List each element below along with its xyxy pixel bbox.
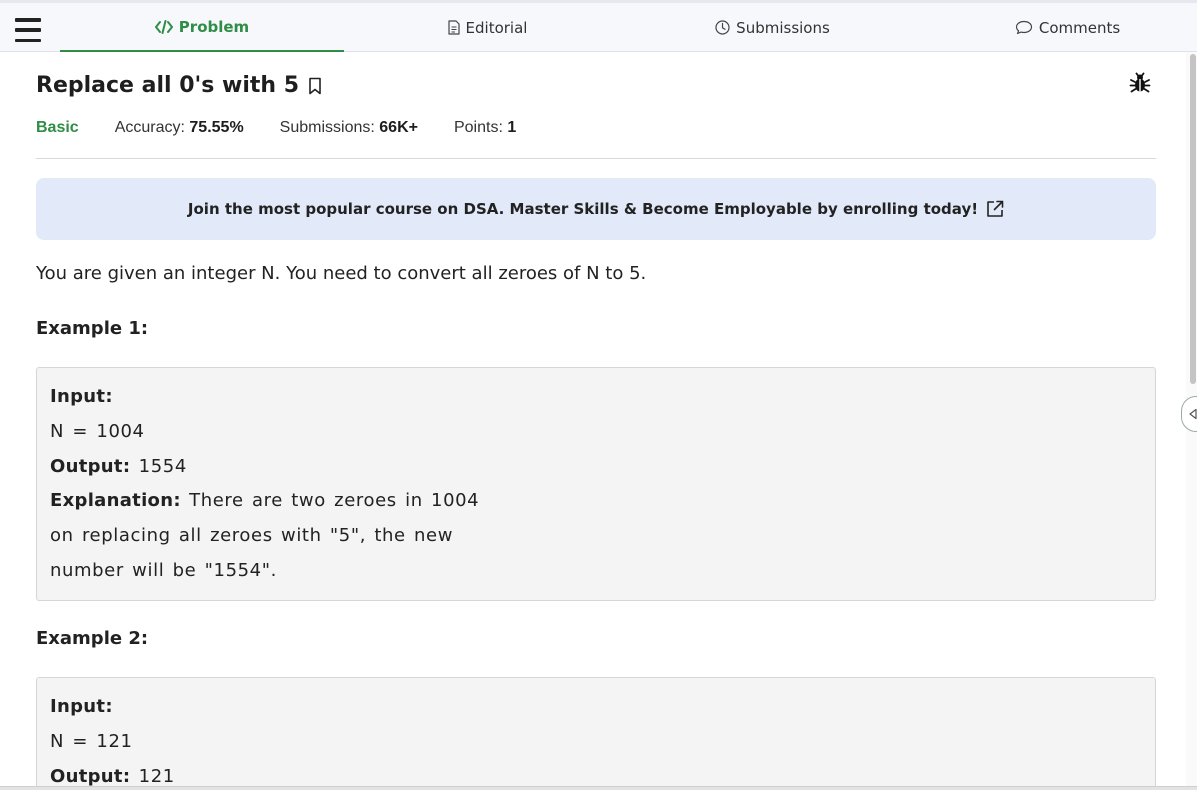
- scrollbar-thumb[interactable]: [1190, 54, 1196, 384]
- example-2-box: Input: N = 121 Output: 121: [36, 677, 1156, 790]
- tab-problem[interactable]: Problem: [60, 3, 344, 52]
- input-value: N = 1004: [50, 420, 145, 442]
- bottom-edge: [0, 786, 1197, 790]
- problem-description: You are given an integer N. You need to …: [36, 263, 647, 284]
- output-label: Output:: [50, 455, 131, 477]
- example-1-heading: Example 1:: [36, 318, 149, 339]
- tab-editorial[interactable]: Editorial: [400, 3, 575, 52]
- explanation-line: There are two zeroes in 1004: [189, 490, 480, 512]
- menu-icon[interactable]: [15, 18, 41, 42]
- problem-title: Replace all 0's with 5: [36, 73, 300, 98]
- output-value: 1554: [138, 455, 187, 477]
- explanation-line: number will be "1554".: [50, 559, 277, 581]
- title-row: Replace all 0's with 5: [36, 73, 323, 98]
- bookmark-icon[interactable]: [307, 77, 323, 95]
- accuracy-value: 75.55%: [189, 119, 244, 136]
- clock-icon: [715, 20, 730, 35]
- points-value: 1: [507, 119, 517, 136]
- input-label: Input:: [50, 696, 113, 717]
- document-icon: [447, 20, 460, 35]
- tab-comments-label: Comments: [1038, 18, 1121, 37]
- comment-icon: [1015, 20, 1032, 35]
- accuracy-stat: Accuracy: 75.55%: [115, 119, 244, 137]
- bug-icon[interactable]: [1129, 72, 1151, 94]
- tab-submissions-label: Submissions: [736, 18, 830, 37]
- tab-editorial-label: Editorial: [465, 18, 528, 37]
- submissions-value: 66K+: [379, 119, 418, 136]
- tab-problem-label: Problem: [178, 17, 250, 36]
- collapse-arrow-icon: [1189, 408, 1197, 420]
- points-stat: Points: 1: [454, 119, 516, 137]
- difficulty-badge: Basic: [36, 119, 79, 136]
- input-label: Input:: [50, 386, 113, 407]
- output-label: Output:: [50, 765, 131, 787]
- submissions-stat: Submissions: 66K+: [280, 119, 418, 137]
- input-value: N = 121: [50, 730, 133, 752]
- problem-meta: Basic Accuracy: 75.55% Submissions: 66K+…: [36, 119, 552, 137]
- example-1-box: Input: N = 1004 Output: 1554 Explanation…: [36, 367, 1156, 601]
- submissions-label: Submissions:: [279, 119, 375, 136]
- output-value: 121: [138, 765, 175, 787]
- external-link-icon: [987, 200, 1004, 217]
- course-banner-text: Join the most popular course on DSA. Mas…: [187, 200, 979, 218]
- collapse-panel-button[interactable]: [1181, 396, 1197, 432]
- points-label: Points:: [453, 119, 503, 136]
- explanation-label: Explanation:: [50, 490, 181, 512]
- code-icon: [154, 19, 173, 34]
- tab-submissions[interactable]: Submissions: [690, 3, 855, 52]
- tab-comments[interactable]: Comments: [985, 3, 1150, 52]
- explanation-line: on replacing all zeroes with "5", the ne…: [50, 525, 454, 547]
- example-2-heading: Example 2:: [36, 628, 149, 649]
- accuracy-label: Accuracy:: [114, 119, 185, 136]
- divider: [36, 158, 1156, 159]
- course-banner[interactable]: Join the most popular course on DSA. Mas…: [36, 178, 1156, 240]
- problem-tab-bar: Problem Editorial Submissions Comments: [0, 0, 1197, 52]
